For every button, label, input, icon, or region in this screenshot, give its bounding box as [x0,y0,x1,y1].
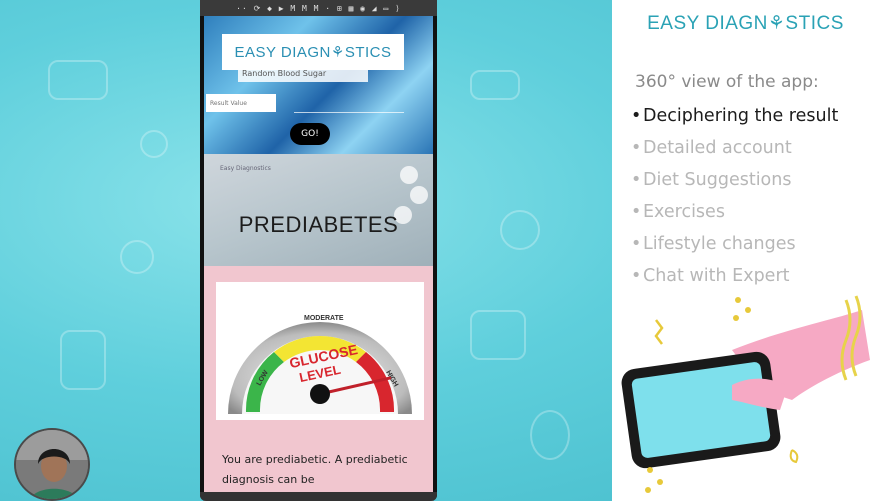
slide-subtitle: 360° view of the app: [635,72,819,92]
feature-list: •Deciphering the result •Detailed account… [631,100,838,292]
feature-item: •Detailed account [631,132,838,164]
bullet-icon: • [631,266,642,286]
bullet-icon: • [631,234,642,254]
video-frame: ·· ⟳ ◆ ▶ M M M · ⊞ ▦ ◉ ◢ ▭ ⟩ EASY DIAGN⚘… [0,0,879,501]
doodle-bg [470,70,520,100]
feature-item: •Chat with Expert [631,260,838,292]
doodle-bg [530,410,570,460]
feature-item: •Deciphering the result [631,100,838,132]
gauge-icon: MODERATE LOW HIGH GLUCOSE LEVEL [228,315,412,414]
feature-item: •Exercises [631,196,838,228]
test-dropdown[interactable]: Random Blood Sugar [238,66,368,82]
input-section: EASY DIAGN⚘STICS Random Blood Sugar GO! [204,16,433,154]
diagnosis-panel: Easy Diagnostics PREDIABETES [204,154,433,266]
bullet-icon: • [631,106,642,126]
doodle-bg [48,60,108,100]
gauge-moderate-label: MODERATE [304,315,344,322]
feature-item: •Lifestyle changes [631,228,838,260]
android-nav-bar [200,492,437,501]
doodle-bg [500,210,540,250]
status-bar: ·· ⟳ ◆ ▶ M M M · ⊞ ▦ ◉ ◢ ▭ ⟩ [200,0,437,16]
bullet-icon: • [631,138,642,158]
hexagon-decor [400,166,418,184]
app-logo: EASY DIAGN⚘STICS [222,34,404,70]
hexagon-decor [410,186,428,204]
gauge-hub [310,384,330,404]
doodle-bg [120,240,154,274]
input-underline [294,112,404,113]
result-value-input[interactable] [206,94,276,112]
diagnosis-title: PREDIABETES [238,212,399,237]
doodle-bg [60,330,106,390]
feature-label: Chat with Expert [643,266,790,286]
panel-caption: Easy Diagnostics [220,165,271,172]
feature-item: •Diet Suggestions [631,164,838,196]
result-description: You are prediabetic. A prediabetic diagn… [222,453,408,486]
phone-screen: ·· ⟳ ◆ ▶ M M M · ⊞ ▦ ◉ ◢ ▭ ⟩ EASY DIAGN⚘… [200,0,437,501]
doodle-bg [140,130,168,158]
hand-holding-phone-icon [621,295,870,493]
doodle-bg [470,310,526,360]
bullet-icon: • [631,202,642,222]
webcam-avatar [14,428,90,501]
logo-text: EASY DIAGN⚘STICS [234,44,392,61]
glucose-gauge: MODERATE LOW HIGH GLUCOSE LEVEL [216,282,424,420]
feature-label: Deciphering the result [643,106,839,126]
presentation-slide: EASY DIAGN⚘STICS 360° view of the app: •… [612,0,879,501]
feature-label: Diet Suggestions [643,170,792,190]
feature-label: Lifestyle changes [643,234,796,254]
feature-label: Detailed account [643,138,792,158]
result-card: MODERATE LOW HIGH GLUCOSE LEVEL You are … [204,266,433,501]
slide-logo: EASY DIAGN⚘STICS [647,13,844,34]
feature-label: Exercises [643,202,725,222]
bullet-icon: • [631,170,642,190]
go-button[interactable]: GO! [290,123,330,145]
